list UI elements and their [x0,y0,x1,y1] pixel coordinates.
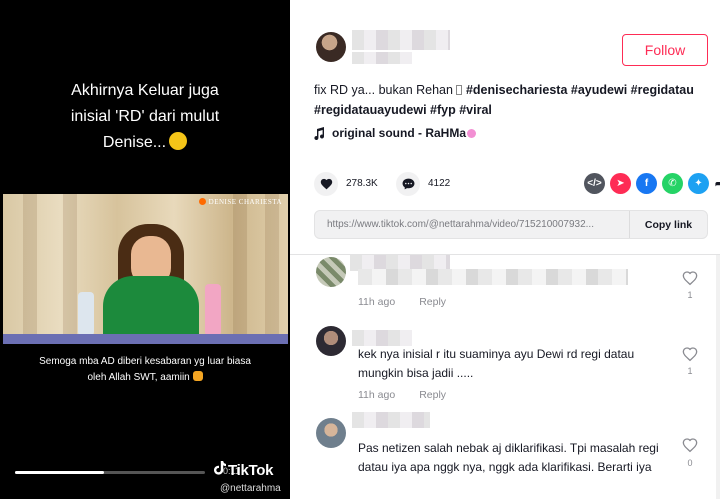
reply-button[interactable]: Reply [419,389,446,401]
whatsapp-icon[interactable]: ✆ [662,173,683,194]
tiktok-logo: TikTok [214,461,273,479]
video-player[interactable]: Akhirnya Keluar juga inisial 'RD' dari m… [0,0,290,499]
curtain-fold [63,194,77,344]
hashtag-link[interactable]: #viral [459,103,492,117]
praying-hands-emoji-icon [192,371,203,381]
embed-icon[interactable]: </> [584,173,605,194]
share-arrow-icon[interactable]: ➦ [710,173,720,194]
curtain-fold [265,194,279,344]
comment-text: kek nya inisial r itu suaminya ayu Dewi … [358,345,678,383]
heart-icon [320,178,332,190]
comment-like-count: 1 [687,366,693,376]
like-count: 278.3K [346,178,378,189]
post-info-panel: Follow fix RD ya... bukan Rehan #denisech… [290,0,720,499]
description-line-1: fix RD ya... bukan Rehan #denisechariesta… [314,80,714,100]
video-frame: DENISE CHARIESTA [3,194,288,344]
comment-icon [402,178,414,190]
youtube-icon [198,198,206,205]
comment-like-count: 1 [687,290,693,300]
curtain-fold [233,194,247,344]
commenter-name-blurred[interactable] [352,330,412,346]
share-link-text[interactable]: https://www.tiktok.com/@nettarahma/video… [327,219,627,230]
description-line-2: #regidatauayudewi #fyp #viral [314,100,714,120]
video-caption: Akhirnya Keluar juga inisial 'RD' dari m… [0,78,290,156]
upside-down-face-emoji-icon [169,132,188,150]
author-subtitle-blurred [352,52,412,64]
missing-glyph-icon [455,85,462,95]
caption-line-2: inisial 'RD' dari mulut [70,108,220,125]
comment-button[interactable] [396,172,420,196]
copy-link-button[interactable]: Copy link [629,211,707,238]
comment-body: Pas netizen salah nebak aj diklarifikasi… [358,441,659,474]
comment-meta: 11h ago Reply [358,389,446,401]
send-icon[interactable]: ➤ [610,173,631,194]
flower-emoji-icon [467,128,477,138]
scrollbar[interactable] [716,255,720,499]
hashtag-link[interactable]: #ayudewi [571,83,627,97]
reply-button[interactable]: Reply [419,296,446,308]
post-description: fix RD ya... bukan Rehan #denisechariesta… [314,80,714,120]
curtain-fold [23,194,37,344]
twitter-icon[interactable]: ✦ [688,173,709,194]
subtitle-line-2: oleh Allah SWT, aamiin [0,370,290,386]
music-note-icon [314,126,325,140]
commenter-avatar[interactable] [316,326,346,356]
comment-time: 11h ago [358,389,396,401]
music-link[interactable]: original sound - RaHMa [314,126,477,140]
author-avatar[interactable] [316,32,346,62]
subtitle-line-1: Semoga mba AD diberi kesabaran yg luar b… [39,356,251,367]
comment-heart-icon[interactable] [682,437,698,453]
comment-body: kek nya inisial r itu suaminya ayu Dewi … [358,347,635,380]
comment-heart-icon[interactable] [682,270,698,286]
tiktok-icon [214,461,226,475]
facebook-icon[interactable]: f [636,173,657,194]
share-link-box: https://www.tiktok.com/@nettarahma/video… [314,210,708,239]
commenter-avatar[interactable] [316,418,346,448]
desk [3,334,288,344]
water-bottle [78,292,94,336]
commenter-avatar[interactable] [316,257,346,287]
video-subtitle: Semoga mba AD diberi kesabaran yg luar b… [0,354,290,386]
post-actions: 278.3K 4122 </> ➤ f ✆ ✦ ➦ [314,172,720,198]
comment-meta: 11h ago Reply [358,296,446,308]
channel-watermark: DENISE CHARIESTA [198,198,282,206]
comment-heart-icon[interactable] [682,346,698,362]
caption-line-1: Akhirnya Keluar juga [71,82,219,99]
hashtag-link[interactable]: #denisechariesta [466,83,567,97]
hashtag-link[interactable]: #regidatauayudewi [314,103,427,117]
like-button[interactable] [314,172,338,196]
hashtag-link[interactable]: #fyp [430,103,456,117]
comment-count: 4122 [428,178,451,189]
video-author-handle: @nettarahma [220,483,281,494]
tiktok-video-page: Akhirnya Keluar juga inisial 'RD' dari m… [0,0,720,499]
video-progress-fill [15,471,105,474]
comment-time: 11h ago [358,296,396,308]
pink-bottle [205,284,221,336]
author-name-blurred[interactable] [352,30,450,50]
caption-line-3: Denise... [0,130,290,156]
music-title: original sound - RaHMa [332,126,467,140]
comment-text-blurred [358,269,628,285]
comment-text: Pas netizen salah nebak aj diklarifikasi… [358,439,678,477]
commenter-name-blurred[interactable] [352,412,430,428]
video-progress-bar[interactable] [15,471,205,474]
comment-like-count: 0 [687,458,693,468]
description-text: fix RD ya... bukan Rehan [314,83,453,97]
follow-button[interactable]: Follow [622,34,708,66]
hashtag-link[interactable]: #regidatau [631,83,694,97]
